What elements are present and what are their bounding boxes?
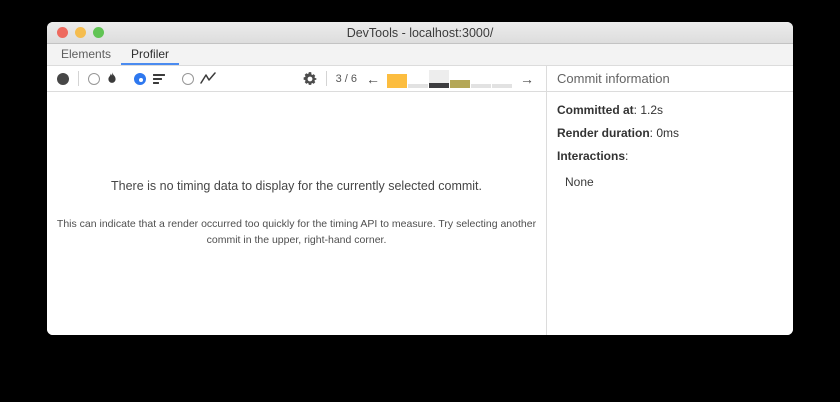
interactions-value: :	[625, 149, 629, 163]
no-timing-data-message: There is no timing data to display for t…	[47, 92, 546, 335]
primary-message: There is no timing data to display for t…	[111, 179, 482, 194]
mode-ranked[interactable]	[134, 72, 166, 85]
commit-info-header: Commit information	[547, 66, 793, 92]
flamegraph-icon	[108, 72, 116, 83]
secondary-message: This can indicate that a render occurred…	[56, 218, 537, 246]
tab-bar: Elements Profiler	[47, 44, 793, 66]
toolbar-divider	[325, 71, 327, 86]
render-duration-value: : 0ms	[649, 126, 680, 140]
commit-bar-fill	[387, 73, 407, 88]
commit-bar-fill	[429, 82, 449, 88]
tab-elements[interactable]: Elements	[51, 44, 121, 65]
commit-bar[interactable]	[387, 70, 407, 88]
toolbar-left-group	[57, 71, 216, 86]
content-area: 3 / 6 ← → There is no timing data to dis…	[47, 66, 793, 335]
commit-bar-fill	[408, 83, 428, 88]
interactions-none: None	[565, 175, 594, 189]
interactions-radio	[182, 72, 194, 85]
commit-bar-fill	[492, 83, 512, 88]
traffic-lights	[57, 27, 104, 38]
zoom-window-button[interactable]	[93, 27, 104, 38]
record-icon[interactable]	[57, 72, 69, 85]
render-duration-label: Render duration	[557, 126, 650, 140]
committed-at-label: Committed at	[557, 103, 634, 117]
mode-interactions[interactable]	[182, 72, 216, 85]
commit-position-label: 3 / 6	[335, 72, 357, 85]
commit-bar[interactable]	[429, 69, 449, 88]
minimize-window-button[interactable]	[75, 27, 86, 38]
close-window-button[interactable]	[57, 27, 68, 38]
toolbar-right-group: 3 / 6 ← →	[303, 69, 536, 88]
commit-bar-fill	[471, 83, 491, 88]
toolbar-divider	[78, 71, 79, 86]
interactions-icon	[200, 72, 216, 84]
committed-at-value: : 1.2s	[633, 103, 664, 117]
next-commit-arrow-icon[interactable]: →	[518, 72, 536, 86]
prev-commit-arrow-icon[interactable]: ←	[364, 72, 382, 86]
commit-bar-fill	[450, 79, 470, 88]
commit-bar[interactable]	[450, 70, 470, 88]
render-duration-row: Render duration: 0ms	[557, 126, 783, 140]
commit-bar[interactable]	[492, 70, 512, 88]
mode-flamegraph[interactable]	[88, 72, 118, 85]
committed-at-row: Committed at: 1.2s	[557, 103, 783, 117]
profiler-toolbar: 3 / 6 ← →	[47, 66, 546, 92]
interactions-row: Interactions:	[557, 149, 783, 163]
window-title: DevTools - localhost:3000/	[346, 25, 494, 40]
interactions-label: Interactions	[557, 149, 626, 163]
gear-icon[interactable]	[303, 71, 317, 86]
profiler-main-panel: 3 / 6 ← → There is no timing data to dis…	[47, 66, 546, 335]
commit-bar[interactable]	[408, 70, 428, 88]
commit-selector-bars	[387, 69, 513, 88]
commit-info-body: Committed at: 1.2s Render duration: 0ms …	[547, 92, 793, 200]
tab-profiler[interactable]: Profiler	[121, 44, 180, 65]
flamegraph-radio	[88, 72, 100, 85]
screenshot-stage: DevTools - localhost:3000/ Elements Prof…	[0, 0, 840, 402]
commit-bar[interactable]	[471, 70, 491, 88]
ranked-chart-icon	[153, 74, 165, 84]
commit-info-panel: Commit information Committed at: 1.2s Re…	[547, 66, 793, 335]
devtools-window: DevTools - localhost:3000/ Elements Prof…	[47, 22, 793, 335]
ranked-radio	[134, 72, 146, 85]
title-bar: DevTools - localhost:3000/	[47, 22, 793, 44]
